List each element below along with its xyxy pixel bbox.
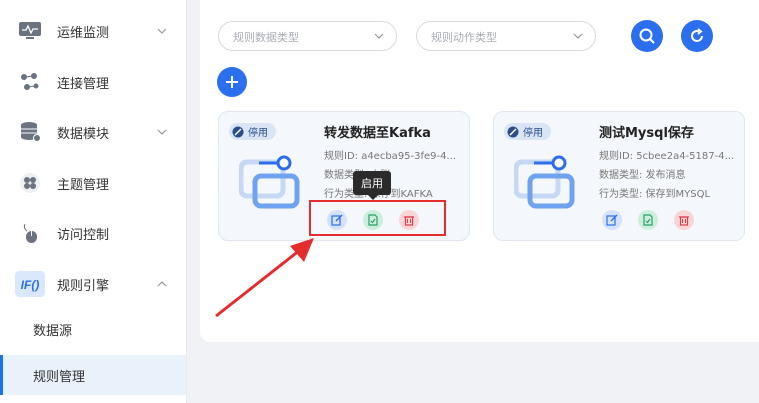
edit-icon xyxy=(606,214,618,226)
add-rule-button[interactable] xyxy=(217,67,247,97)
sidebar-item-ops-monitoring[interactable]: 运维监测 xyxy=(0,11,186,51)
chevron-up-icon xyxy=(157,281,167,287)
delete-button[interactable] xyxy=(674,210,694,230)
sidebar-item-data-module[interactable]: 数据模块 xyxy=(0,112,186,152)
tooltip-text: 启用 xyxy=(361,177,383,190)
plus-icon xyxy=(226,76,238,88)
connection-icon xyxy=(18,70,42,94)
sidebar-subitem-rule-management[interactable]: 规则管理 xyxy=(0,355,186,395)
sidebar-item-rule-engine[interactable]: IF() 规则引擎 xyxy=(0,264,186,304)
topic-icon xyxy=(18,171,42,195)
card-title: 转发数据至Kafka xyxy=(324,126,431,141)
rule-illustration-icon xyxy=(239,155,300,209)
status-badge: 停用 xyxy=(504,123,551,140)
refresh-icon xyxy=(691,28,703,42)
sidebar-item-label: 运维监测 xyxy=(57,25,110,41)
sidebar-subitem-data-source[interactable]: 数据源 xyxy=(0,309,186,349)
card-title: 测试Mysql保存 xyxy=(599,126,694,141)
sidebar-item-label: 主题管理 xyxy=(57,177,110,193)
annotation-highlight-box xyxy=(309,200,446,236)
database-icon xyxy=(18,120,42,144)
select-placeholder: 规则动作类型 xyxy=(431,31,497,44)
select-placeholder: 规则数据类型 xyxy=(233,31,299,44)
rule-action-type: 行为类型: 保存到MYSQL xyxy=(599,189,711,200)
sidebar-item-topic-management[interactable]: 主题管理 xyxy=(0,163,186,203)
chevron-down-icon xyxy=(157,129,167,135)
rule-data-type: 数据类型: 发布消息 xyxy=(599,170,686,181)
refresh-button[interactable] xyxy=(681,20,713,52)
disabled-icon xyxy=(507,126,519,137)
chevron-down-icon xyxy=(573,33,583,39)
status-badge: 停用 xyxy=(229,123,276,140)
rule-data-type-select[interactable]: 规则数据类型 xyxy=(218,21,397,51)
sidebar-subitem-label: 规则管理 xyxy=(33,369,86,385)
rule-id: 规则ID: a4ecba95-3fe9-4... xyxy=(324,151,457,162)
chevron-down-icon xyxy=(157,28,167,34)
rule-action-type-select[interactable]: 规则动作类型 xyxy=(416,21,596,51)
monitor-icon xyxy=(18,19,42,43)
enable-doc-icon xyxy=(643,214,653,226)
sidebar-item-label: 连接管理 xyxy=(57,76,110,92)
sidebar-item-label: 访问控制 xyxy=(57,227,110,243)
chevron-down-icon xyxy=(374,33,384,39)
annotation-arrow-icon xyxy=(215,238,314,318)
sidebar-item-connection-management[interactable]: 连接管理 xyxy=(0,62,186,102)
edit-button[interactable] xyxy=(602,210,622,230)
sidebar-subitem-label: 数据源 xyxy=(33,323,73,339)
sidebar-item-access-control[interactable]: 访问控制 xyxy=(0,213,186,253)
status-text: 停用 xyxy=(523,128,543,139)
sidebar-item-label: 数据模块 xyxy=(57,126,110,142)
status-text: 停用 xyxy=(248,128,268,139)
search-button[interactable] xyxy=(631,20,663,52)
rule-id: 规则ID: 5cbee2a4-5187-4... xyxy=(599,151,735,162)
rule-engine-icon: IF() xyxy=(15,271,45,297)
sidebar-item-label: 规则引擎 xyxy=(57,278,110,294)
trash-icon xyxy=(679,216,689,226)
rule-illustration-icon xyxy=(514,155,575,209)
rule-engine-icon-text: IF() xyxy=(21,278,40,292)
disabled-icon xyxy=(232,126,244,137)
enable-tooltip: 启用 xyxy=(353,171,391,200)
enable-button[interactable] xyxy=(638,210,658,230)
sidebar: 运维监测 连接管理 数据模块 主题管理 访问控制 IF() 规则引擎 数据源 规… xyxy=(0,0,187,403)
search-icon xyxy=(639,28,655,44)
rule-card[interactable]: 停用 测试Mysql保存 规则ID: 5cbee2a4-5187-4... 数据… xyxy=(493,111,745,241)
mouse-icon xyxy=(18,221,42,245)
